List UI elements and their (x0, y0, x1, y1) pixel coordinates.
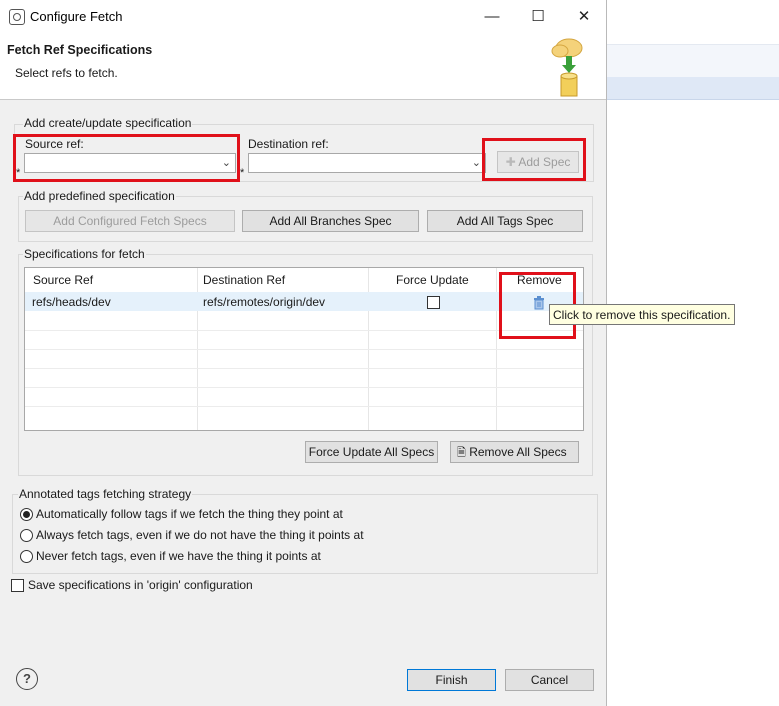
save-config-checkbox[interactable] (11, 579, 24, 592)
row-divider (25, 368, 583, 369)
window-title: Configure Fetch (30, 9, 123, 24)
row-source-ref: refs/heads/dev (32, 295, 111, 309)
column-header-destination-ref[interactable]: Destination Ref (203, 268, 285, 292)
remove-all-icon: 🗎 (457, 447, 466, 459)
eclipse-app-icon (9, 9, 25, 25)
cancel-button[interactable]: Cancel (505, 669, 594, 691)
force-update-all-specs-button[interactable]: Force Update All Specs (305, 441, 438, 463)
row-divider (25, 406, 583, 407)
remove-all-specs-button[interactable]: 🗎 Remove All Specs (450, 441, 579, 463)
radio-always-fetch-tags[interactable] (20, 529, 33, 542)
column-header-force-update[interactable]: Force Update (396, 268, 469, 292)
radio-never-fetch-tags[interactable] (20, 550, 33, 563)
remove-tooltip: Click to remove this specification. (549, 304, 735, 325)
row-divider (25, 349, 583, 350)
maximize-button[interactable]: ☐ (524, 6, 552, 28)
background-window (607, 0, 779, 706)
row-destination-ref: refs/remotes/origin/dev (203, 295, 326, 309)
destination-ref-combo[interactable]: ⌄ (248, 153, 486, 173)
radio-always-fetch-tags-label[interactable]: Always fetch tags, even if we do not hav… (36, 528, 364, 542)
background-tabbar (607, 77, 779, 100)
destination-ref-label: Destination ref: (248, 137, 329, 151)
page-subtitle: Select refs to fetch. (15, 66, 118, 80)
tags-strategy-group-label: Annotated tags fetching strategy (18, 487, 193, 501)
radio-never-fetch-tags-label[interactable]: Never fetch tags, even if we have the th… (36, 549, 321, 563)
specs-group-label: Specifications for fetch (23, 247, 146, 261)
finish-button[interactable]: Finish (407, 669, 496, 691)
remove-all-specs-label: Remove All Specs (469, 445, 567, 459)
help-icon[interactable]: ? (16, 668, 38, 690)
highlight-box-source-ref (13, 134, 240, 182)
chevron-down-icon: ⌄ (471, 157, 481, 169)
radio-auto-follow-tags[interactable] (20, 508, 33, 521)
background-toolbar (607, 44, 779, 78)
radio-auto-follow-tags-label[interactable]: Automatically follow tags if we fetch th… (36, 507, 343, 521)
save-config-label[interactable]: Save specifications in 'origin' configur… (28, 578, 253, 592)
add-all-tags-spec-button[interactable]: Add All Tags Spec (427, 210, 583, 232)
fetch-cloud-database-icon (551, 38, 583, 97)
create-spec-group-label: Add create/update specification (23, 116, 193, 130)
close-button[interactable]: ✕ (570, 6, 598, 28)
required-marker: * (240, 167, 245, 179)
add-configured-fetch-specs-button[interactable]: Add Configured Fetch Specs (25, 210, 235, 232)
row-divider (25, 387, 583, 388)
minimize-button[interactable]: — (478, 6, 506, 28)
force-update-checkbox[interactable] (427, 296, 440, 309)
column-header-source-ref[interactable]: Source Ref (33, 268, 93, 292)
page-title: Fetch Ref Specifications (7, 43, 153, 57)
highlight-box-add-spec (482, 138, 586, 181)
add-all-branches-spec-button[interactable]: Add All Branches Spec (242, 210, 419, 232)
predefined-spec-group-label: Add predefined specification (23, 189, 176, 203)
